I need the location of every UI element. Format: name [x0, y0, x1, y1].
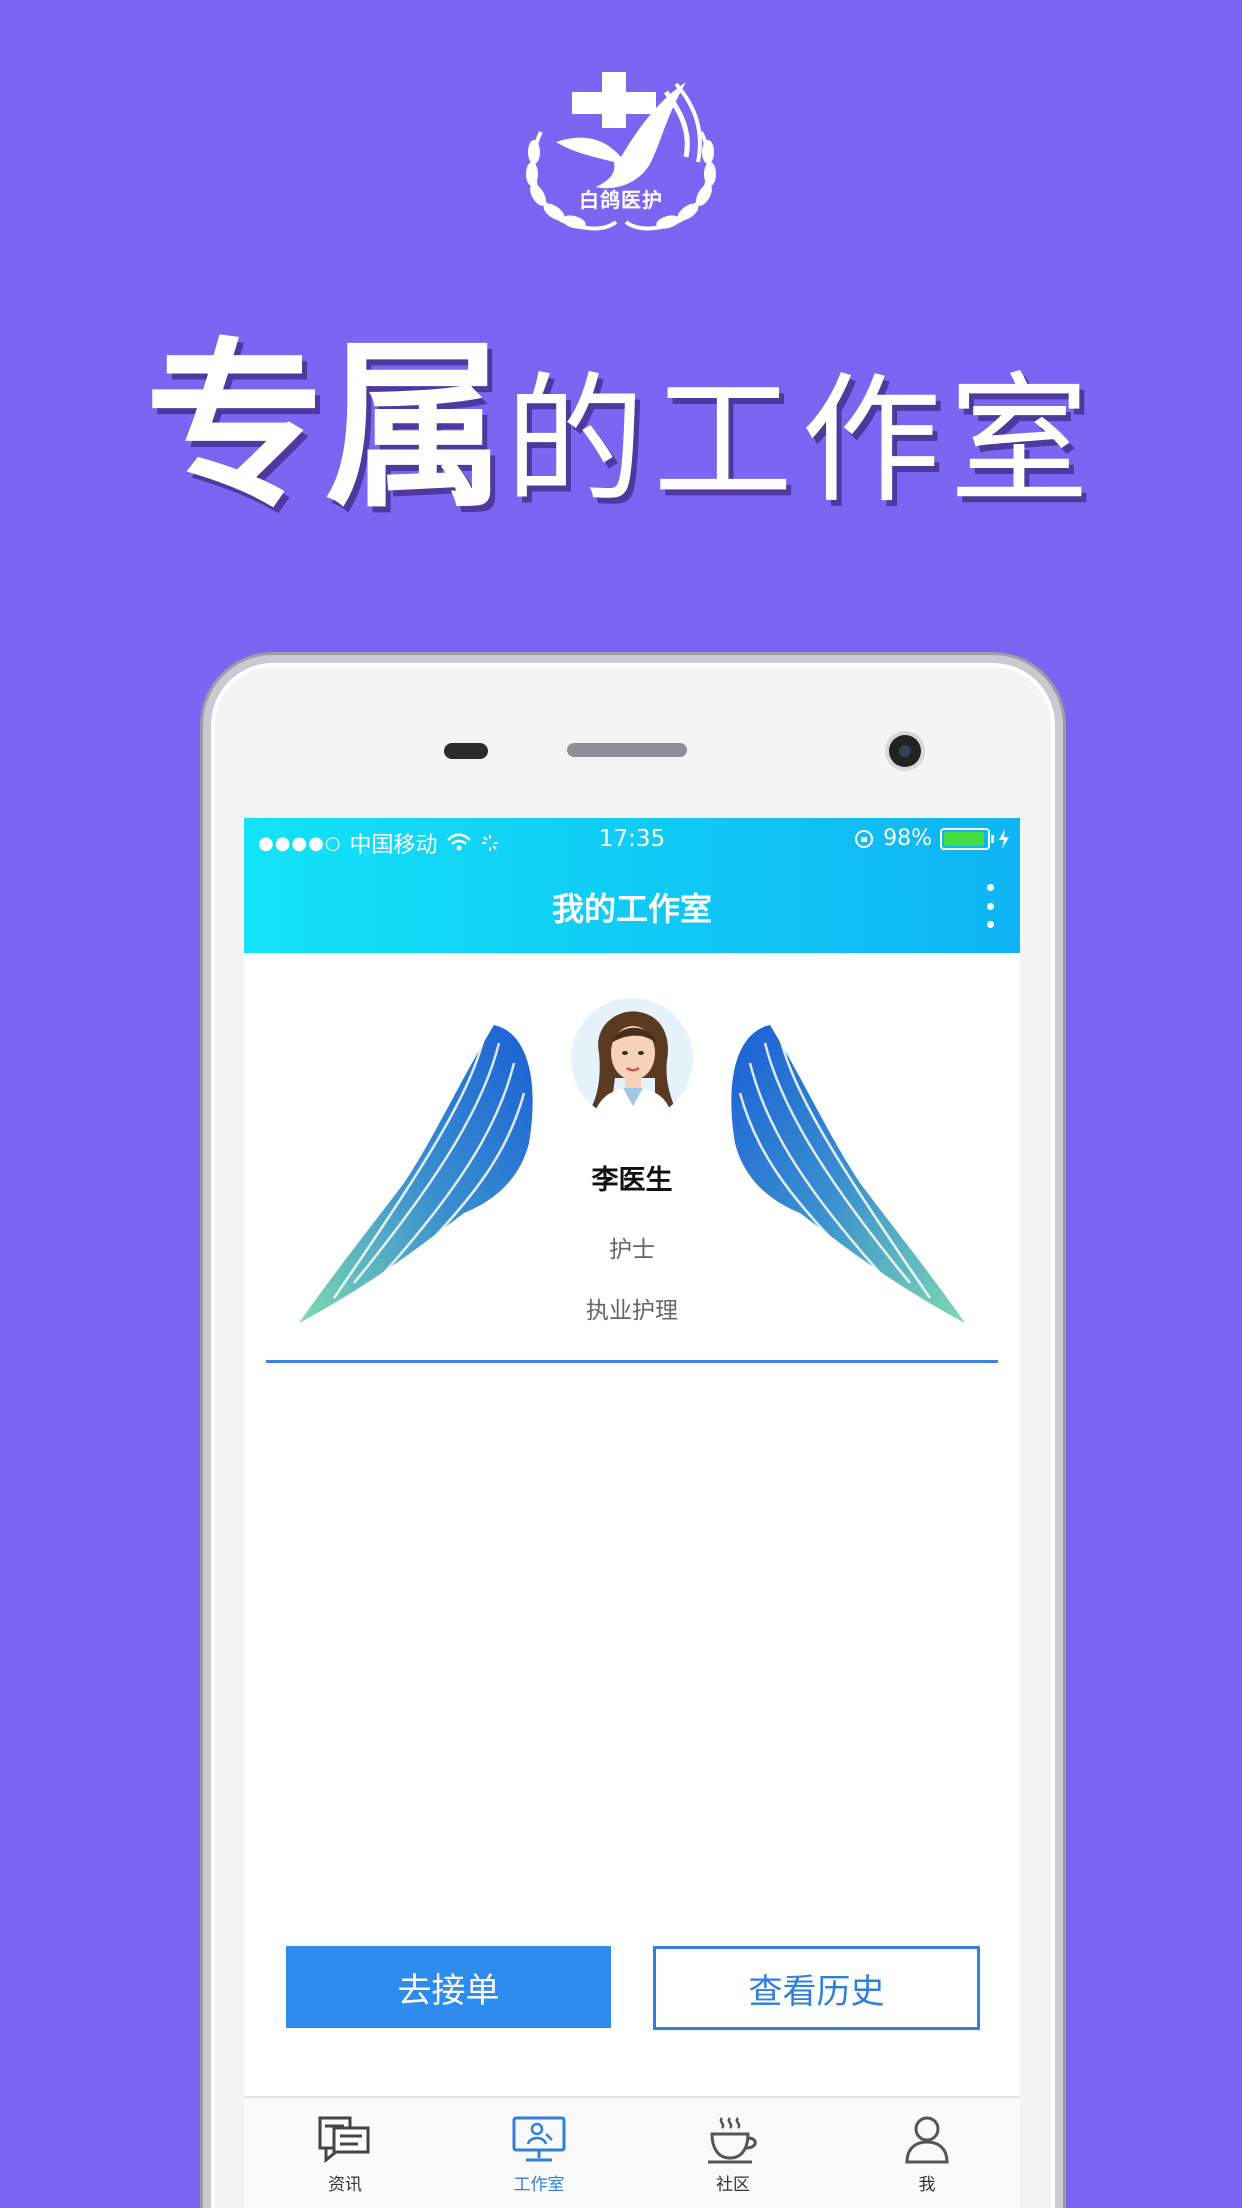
accept-order-button[interactable]: 去接单 — [286, 1946, 611, 2028]
tab-label: 工作室 — [513, 2175, 565, 2195]
doctor-avatar-icon — [571, 998, 693, 1120]
charging-bolt-icon — [999, 828, 1009, 849]
dove-laurel-logo-icon — [526, 72, 716, 231]
battery-icon — [940, 827, 994, 850]
top-bar: ●●●●○ 中国移动 17:35 98% 我的工作室 — [244, 818, 1020, 953]
status-bar: ●●●●○ 中国移动 17:35 98% — [244, 818, 1020, 862]
headline-emphasis: 专属 — [144, 323, 505, 532]
studio-icon — [512, 2116, 566, 2162]
headline-rest: 的工作室 — [505, 360, 1098, 523]
orientation-lock-icon — [855, 829, 874, 848]
tab-me[interactable]: 我 — [877, 2114, 977, 2195]
coffee-icon — [708, 2117, 757, 2164]
app-screen: ●●●●○ 中国移动 17:35 98% 我的工作室 李医生 护士 执业护理 去… — [244, 818, 1020, 2208]
front-camera-icon — [889, 735, 921, 767]
person-icon — [905, 2116, 949, 2164]
page-title: 我的工作室 — [551, 890, 712, 928]
headline: 专属的工作室 — [0, 280, 1242, 541]
tab-label: 我 — [918, 2175, 936, 2195]
more-dot — [986, 884, 994, 891]
status-right: 98% — [853, 826, 1010, 851]
news-icon — [318, 2116, 370, 2164]
logo-text: 白鸽医护 — [579, 188, 663, 212]
page: 白鸽医护 专属的工作室 ●●●●○ 中国移动 17:35 98% 我的工作室 李… — [0, 0, 1242, 2208]
avatar[interactable] — [571, 998, 693, 1120]
earpiece-speaker — [567, 743, 687, 757]
more-dot — [986, 902, 994, 910]
brand-logo: 白鸽医护 — [516, 62, 726, 242]
tab-community[interactable]: 社区 — [683, 2114, 783, 2195]
tab-studio[interactable]: 工作室 — [489, 2114, 589, 2195]
tab-news[interactable]: 资讯 — [295, 2114, 395, 2195]
bottom-tab-bar: 资讯 工作室 社区 我 — [244, 2096, 1020, 2208]
doctor-role: 护士 — [609, 1237, 655, 1263]
view-history-button[interactable]: 查看历史 — [653, 1946, 980, 2030]
section-divider — [266, 1360, 998, 1363]
proximity-sensor — [444, 743, 488, 759]
doctor-name: 李医生 — [591, 1165, 673, 1196]
phone-frame: ●●●●○ 中国移动 17:35 98% 我的工作室 李医生 护士 执业护理 去… — [203, 655, 1063, 2208]
tab-label: 资讯 — [328, 2175, 362, 2195]
battery-percentage: 98% — [883, 826, 932, 851]
tab-label: 社区 — [716, 2175, 750, 2195]
more-options-button[interactable] — [980, 884, 1000, 928]
doctor-service: 执业护理 — [586, 1298, 678, 1324]
more-dot — [986, 921, 994, 928]
